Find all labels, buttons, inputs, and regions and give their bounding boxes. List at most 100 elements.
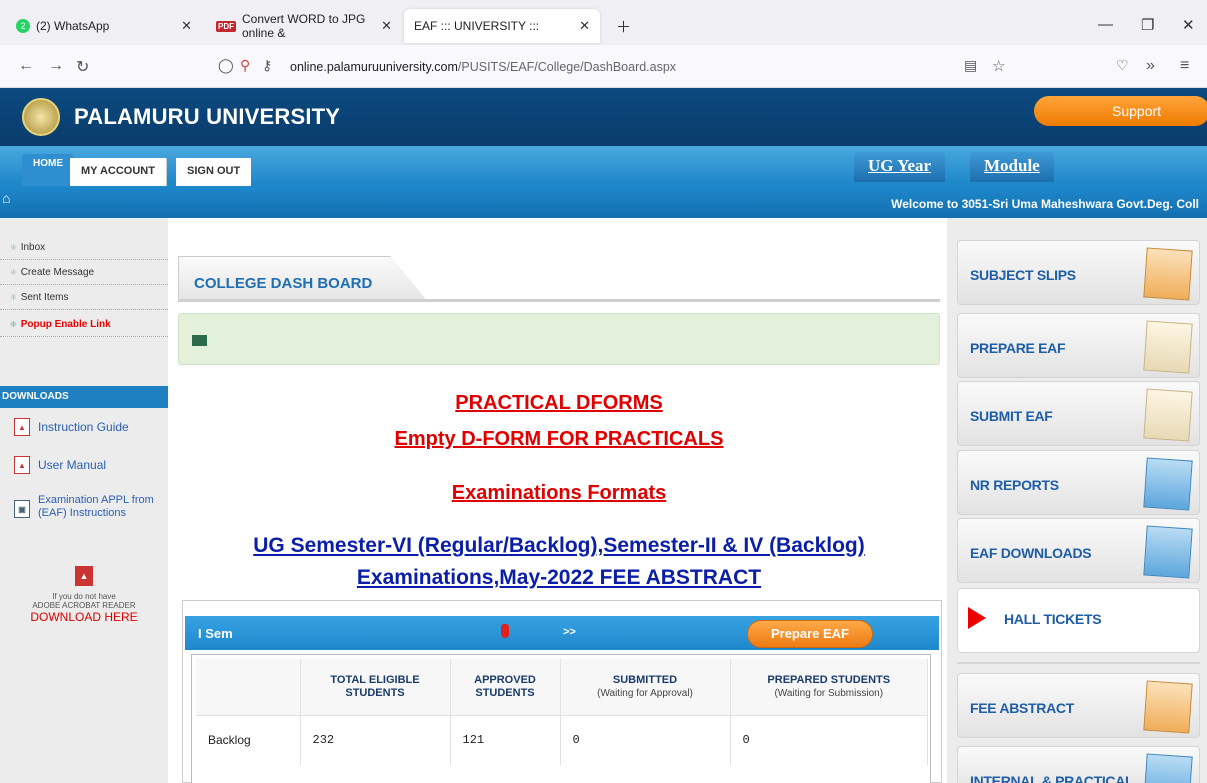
card-nr-reports[interactable]: NR REPORTS — [957, 450, 1200, 515]
back-icon[interactable]: ← — [18, 57, 34, 75]
adobe-download-box: ▲ If you do not have ADOBE ACROBAT READE… — [0, 566, 168, 624]
semester-table: TOTAL ELIGIBLE STUDENTS APPROVED STUDENTS … — [196, 659, 928, 765]
cell-approved: 121 — [450, 714, 561, 765]
download-label: User Manual — [38, 458, 107, 472]
pocket-icon[interactable]: ♡ — [1116, 57, 1129, 74]
eaf-form-icon — [1143, 388, 1193, 442]
url-host: online.palamuruuniversity.com — [290, 60, 458, 74]
main-menu: HOME MY ACCOUNT SIGN OUT UG Year Module — [0, 146, 1207, 186]
exam-formats-link[interactable]: Examinations Formats — [178, 482, 940, 505]
sidebar-item-sent-items[interactable]: ⁜ Sent Items — [0, 286, 168, 310]
permissions-icon[interactable]: ⚲ — [240, 57, 250, 74]
menu-sign-out[interactable]: SIGN OUT — [176, 158, 252, 186]
tab-convert[interactable]: PDF Convert WORD to JPG online & ✕ — [206, 9, 402, 43]
table-row: Backlog 232 121 0 0 — [196, 714, 928, 765]
right-panel: SUBJECT SLIPS PREPARE EAF SUBMIT EAF NR … — [947, 218, 1207, 783]
card-eaf-downloads[interactable]: EAF DOWNLOADS — [957, 518, 1200, 583]
card-label: SUBMIT EAF — [970, 408, 1053, 424]
new-tab-icon[interactable]: ＋ — [616, 16, 631, 37]
site-header: PALAMURU UNIVERSITY Support — [0, 88, 1207, 146]
download-label: Examination APPL from — [38, 494, 154, 506]
document-icon: ▣ — [14, 500, 30, 518]
menu-icon[interactable]: ≡ — [1180, 57, 1189, 75]
close-tab-icon[interactable]: ✕ — [381, 18, 392, 34]
tab-whatsapp[interactable]: 2 (2) WhatsApp ✕ — [6, 9, 202, 43]
browser-nav-bar: ← → ↻ ◯ ⚲ ⚷ online.palamuruuniversity.co… — [0, 45, 1207, 88]
download-instruction-guide[interactable]: ▲ Instruction Guide — [14, 418, 129, 436]
university-logo — [22, 98, 60, 136]
ug-year-button[interactable]: UG Year — [854, 152, 946, 182]
header-empty — [196, 659, 301, 715]
university-title: PALAMURU UNIVERSITY — [74, 104, 341, 129]
support-button[interactable]: Support — [1034, 96, 1207, 126]
module-button[interactable]: Module — [970, 152, 1054, 182]
tab-label: (2) WhatsApp — [36, 19, 110, 33]
prepare-eaf-button[interactable]: Prepare EAF — [747, 620, 873, 648]
close-window-icon[interactable]: ✕ — [1182, 16, 1195, 34]
adobe-text: ADOBE ACROBAT READER — [32, 601, 136, 610]
bullet-icon: ⁜ — [10, 268, 17, 277]
forward-icon[interactable]: → — [48, 57, 64, 75]
tab-underline — [178, 299, 940, 302]
expand-arrows[interactable]: >> — [563, 626, 576, 638]
subject-slip-icon — [1143, 247, 1193, 301]
overflow-icon[interactable]: » — [1146, 57, 1155, 75]
download-label: (EAF) Instructions — [38, 507, 127, 519]
card-fee-abstract[interactable]: FEE ABSTRACT — [957, 673, 1200, 738]
pdf-icon: ▲ — [14, 418, 30, 436]
pdf-icon: ▲ — [14, 456, 30, 474]
reload-icon[interactable]: ↻ — [76, 57, 89, 77]
sidebar-item-label: Inbox — [20, 242, 46, 253]
arrow-right-icon — [968, 607, 986, 629]
bullet-icon: ⁜ — [10, 320, 17, 329]
tab-label: EAF ::: UNIVERSITY ::: — [414, 19, 540, 33]
internal-marks-icon — [1143, 753, 1193, 783]
subject-slip-icon — [1143, 680, 1193, 734]
card-submit-eaf[interactable]: SUBMIT EAF — [957, 381, 1200, 446]
card-label: NR REPORTS — [970, 477, 1059, 493]
fee-abstract-link[interactable]: Examinations,May-2022 FEE ABSTRACT — [178, 566, 940, 590]
cell-total: 232 — [300, 714, 451, 765]
acrobat-icon: ▲ — [75, 566, 93, 586]
bullet-icon: ⁜ — [10, 293, 17, 302]
minimize-icon[interactable]: — — [1098, 16, 1113, 33]
tab-label: Convert WORD to JPG online & — [242, 12, 366, 40]
menu-home[interactable]: HOME — [22, 154, 74, 186]
close-tab-icon[interactable]: ✕ — [579, 18, 590, 34]
restore-icon[interactable]: ❐ — [1141, 16, 1154, 34]
close-tab-icon[interactable]: ✕ — [181, 18, 192, 34]
tab-eaf[interactable]: EAF ::: UNIVERSITY ::: ✕ — [404, 9, 600, 43]
sidebar-item-popup-enable[interactable]: ⁜ Popup Enable Link — [0, 313, 168, 337]
card-label: HALL TICKETS — [1004, 611, 1102, 627]
welcome-bar: ⌂ Welcome to 3051-Sri Uma Maheshwara Gov… — [0, 186, 1207, 218]
empty-dform-link[interactable]: Empty D-FORM FOR PRACTICALS — [178, 428, 940, 451]
downloads-heading: DOWNLOADS — [0, 386, 168, 408]
adobe-download-link[interactable]: DOWNLOAD HERE — [0, 610, 168, 624]
key-icon[interactable]: ⚷ — [262, 57, 272, 74]
home-icon[interactable]: ⌂ — [2, 190, 10, 206]
bookmark-star-icon[interactable]: ☆ — [992, 57, 1005, 75]
card-prepare-eaf[interactable]: PREPARE EAF — [957, 313, 1200, 378]
dashboard-tab[interactable]: COLLEGE DASH BOARD — [178, 256, 428, 302]
card-label: FEE ABSTRACT — [970, 700, 1074, 716]
notice-box — [178, 313, 940, 365]
row-label: Backlog — [196, 714, 301, 765]
card-hall-tickets[interactable]: HALL TICKETS — [957, 588, 1200, 653]
sidebar-item-create-message[interactable]: ⁜ Create Message — [0, 261, 168, 285]
ug-semester-link[interactable]: UG Semester-VI (Regular/Backlog),Semeste… — [178, 534, 940, 558]
mail-icon[interactable] — [192, 335, 207, 346]
sidebar-item-label: Popup Enable Link — [20, 319, 111, 330]
sidebar-item-inbox[interactable]: ⁜ Inbox — [0, 236, 168, 260]
menu-my-account[interactable]: MY ACCOUNT — [70, 158, 167, 186]
card-internal-practical[interactable]: INTERNAL & PRACTICAL — [957, 746, 1200, 783]
shield-icon[interactable]: ◯ — [218, 57, 234, 74]
practical-dforms-link[interactable]: PRACTICAL DFORMS — [178, 392, 940, 415]
divider — [957, 662, 1200, 664]
download-exam-appl[interactable]: ▣ Examination APPL from (EAF) Instructions — [14, 494, 154, 520]
download-user-manual[interactable]: ▲ User Manual — [14, 456, 106, 474]
url-bar[interactable]: online.palamuruuniversity.com/PUSITS/EAF… — [290, 60, 676, 74]
card-subject-slips[interactable]: SUBJECT SLIPS — [957, 240, 1200, 305]
download-label: Instruction Guide — [38, 420, 129, 434]
header-total: TOTAL ELIGIBLE STUDENTS — [300, 659, 451, 715]
reader-view-icon[interactable]: ▤ — [964, 57, 977, 74]
